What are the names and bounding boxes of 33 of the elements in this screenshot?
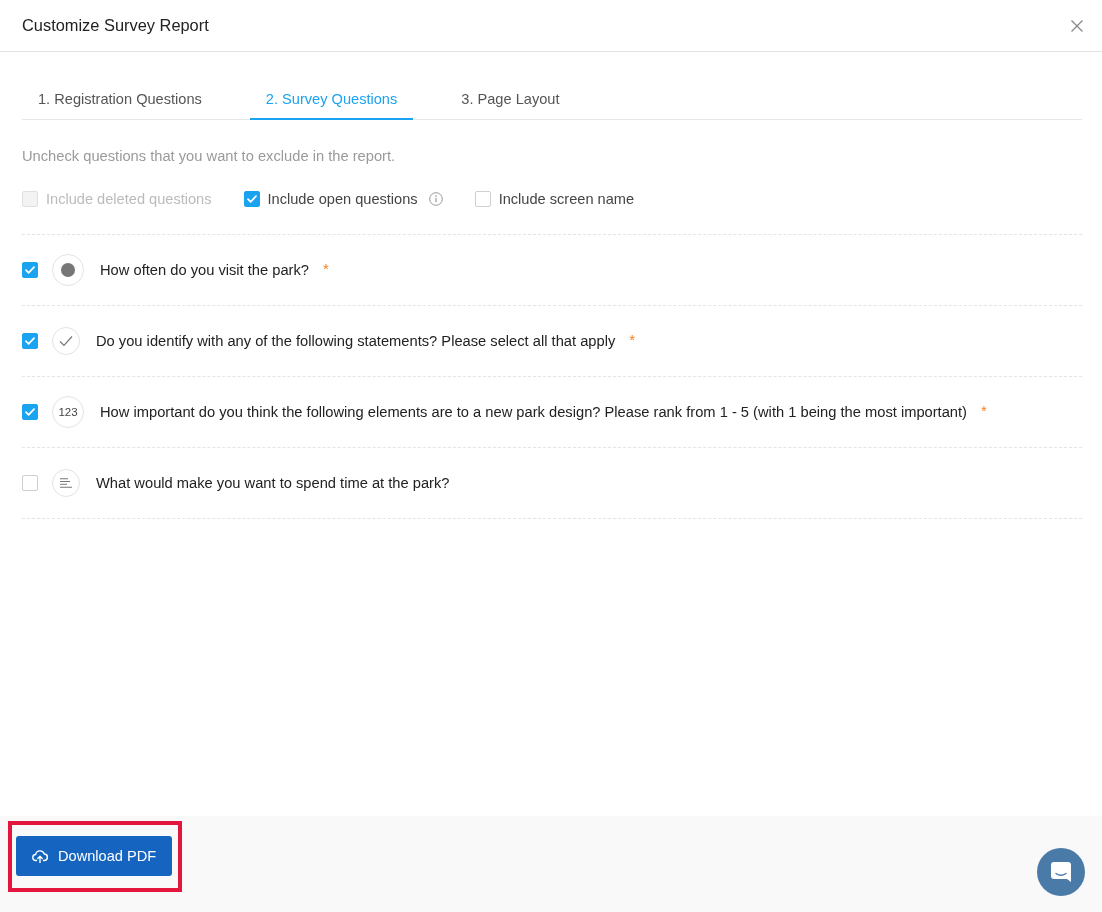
required-asterisk: * [323, 259, 329, 277]
checkbox[interactable] [22, 333, 38, 349]
checkmark-circle-icon [52, 327, 80, 355]
required-asterisk: * [629, 330, 636, 348]
chat-bubble-icon [1050, 861, 1072, 883]
checkmark-icon [246, 195, 257, 203]
required-asterisk: * [981, 401, 987, 419]
download-pdf-button[interactable]: Download PDF [16, 836, 173, 876]
tab[interactable]: 1. Registration Questions [22, 80, 218, 120]
question-text: What would make you want to spend time at the park? [96, 475, 450, 491]
tab[interactable]: 3. Page Layout [445, 80, 576, 120]
checkbox[interactable] [243, 191, 260, 207]
instruction-text: Uncheck questions that you want to exclude in the report. [22, 147, 396, 166]
option-label[interactable]: Include open questions [267, 191, 418, 207]
radio-dot-icon [52, 254, 84, 286]
question-text: How often do you visit the park? [100, 262, 309, 278]
checkmark-icon [25, 266, 35, 274]
option-label: Include deleted questions [46, 191, 212, 207]
text-lines-icon [52, 469, 80, 497]
dialog-title: Customize Survey Report [22, 16, 209, 35]
checkbox[interactable] [22, 262, 38, 278]
cloud-upload-icon [32, 849, 48, 863]
checkbox[interactable] [474, 191, 491, 207]
option-label[interactable]: Include screen name [498, 191, 635, 207]
number-badge: 123 [52, 396, 84, 428]
checkbox[interactable] [22, 404, 38, 420]
checkmark-icon [25, 337, 35, 345]
close-icon[interactable] [1071, 19, 1083, 32]
question-text: How important do you think the following elements are to a new park design? Please rank from 1 - 5 (with 1 being the most important) [100, 404, 967, 420]
info-icon[interactable] [428, 192, 443, 206]
checkmark-icon [25, 408, 35, 416]
question-text: Do you identify with any of the following statements? Please select all that apply [96, 333, 616, 349]
checkbox[interactable] [22, 475, 38, 491]
